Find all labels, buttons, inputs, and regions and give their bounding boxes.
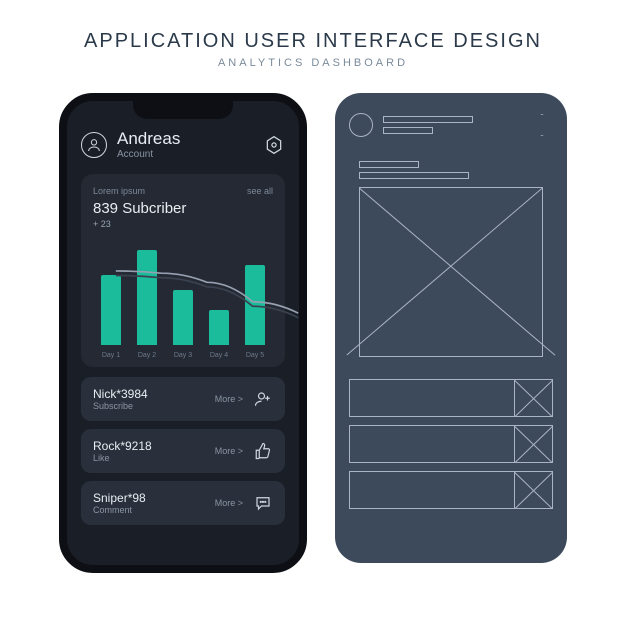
user-plus-icon — [253, 389, 273, 409]
activity-name: Nick*3984 — [93, 387, 205, 401]
wf-row-icon — [514, 380, 552, 416]
activity-row[interactable]: Sniper*98Comment More > — [81, 481, 285, 525]
panels: Andreas Account Lorem ipsum see all 839 … — [59, 93, 567, 573]
username: Andreas — [117, 129, 253, 149]
page-subtitle: ANALYTICS DASHBOARD — [218, 57, 408, 69]
settings-button[interactable] — [263, 134, 285, 156]
activity-action: Subscribe — [93, 401, 205, 411]
activity-action: Like — [93, 453, 205, 463]
wf-chart-placeholder — [359, 187, 543, 357]
wf-header — [349, 113, 553, 137]
wf-line — [359, 172, 469, 179]
wf-row-icon — [514, 426, 552, 462]
wf-row — [349, 471, 553, 509]
subscriber-count: 839 Subcriber — [93, 200, 273, 217]
thumbs-up-icon — [253, 441, 273, 461]
wf-card-lines — [359, 161, 543, 179]
axis-label: Day 2 — [138, 352, 156, 359]
phone-mockup: Andreas Account Lorem ipsum see all 839 … — [59, 93, 307, 573]
bar-day1 — [101, 275, 121, 345]
bar-series — [93, 245, 273, 345]
activity-name: Rock*9218 — [93, 439, 205, 453]
bar-day5 — [245, 265, 265, 345]
wf-row — [349, 379, 553, 417]
more-link[interactable]: More > — [215, 498, 243, 508]
wf-line — [383, 116, 473, 123]
app-header: Andreas Account — [81, 129, 285, 160]
avatar-icon[interactable] — [81, 132, 107, 158]
wf-rows — [349, 379, 553, 509]
wf-title-lines — [383, 116, 521, 134]
account-label: Account — [117, 149, 253, 160]
chart: Day 1 Day 2 Day 3 Day 4 Day 5 — [93, 239, 273, 359]
more-link[interactable]: More > — [215, 446, 243, 456]
bar-day3 — [173, 290, 193, 345]
axis-label: Day 4 — [210, 352, 228, 359]
wf-line — [359, 161, 419, 168]
see-all-link[interactable]: see all — [247, 186, 273, 196]
activity-row[interactable]: Nick*3984Subscribe More > — [81, 377, 285, 421]
wireframe-panel — [335, 93, 567, 563]
page-title: APPLICATION USER INTERFACE DESIGN — [84, 30, 542, 53]
wf-avatar-placeholder — [349, 113, 373, 137]
stats-card: Lorem ipsum see all 839 Subcriber + 23 D… — [81, 174, 285, 367]
user-info: Andreas Account — [117, 129, 253, 160]
activity-row[interactable]: Rock*9218Like More > — [81, 429, 285, 473]
wf-settings-placeholder — [531, 114, 553, 136]
axis-label: Day 5 — [246, 352, 264, 359]
gear-icon — [264, 135, 284, 155]
wf-line — [383, 127, 433, 134]
wf-card — [349, 151, 553, 367]
comment-icon — [253, 493, 273, 513]
wf-row — [349, 425, 553, 463]
x-axis-labels: Day 1 Day 2 Day 3 Day 4 Day 5 — [93, 352, 273, 359]
card-header: Lorem ipsum see all — [93, 186, 273, 196]
activity-text: Nick*3984Subscribe — [93, 387, 205, 411]
bar-day4 — [209, 310, 229, 345]
activity-name: Sniper*98 — [93, 491, 205, 505]
axis-label: Day 3 — [174, 352, 192, 359]
activity-text: Rock*9218Like — [93, 439, 205, 463]
axis-label: Day 1 — [102, 352, 120, 359]
activity-list: Nick*3984Subscribe More > Rock*9218Like Mor… — [81, 377, 285, 525]
card-label: Lorem ipsum — [93, 186, 145, 196]
activity-action: Comment — [93, 505, 205, 515]
activity-text: Sniper*98Comment — [93, 491, 205, 515]
wf-row-icon — [514, 472, 552, 508]
bar-day2 — [137, 250, 157, 345]
more-link[interactable]: More > — [215, 394, 243, 404]
subscriber-delta: + 23 — [93, 219, 273, 229]
